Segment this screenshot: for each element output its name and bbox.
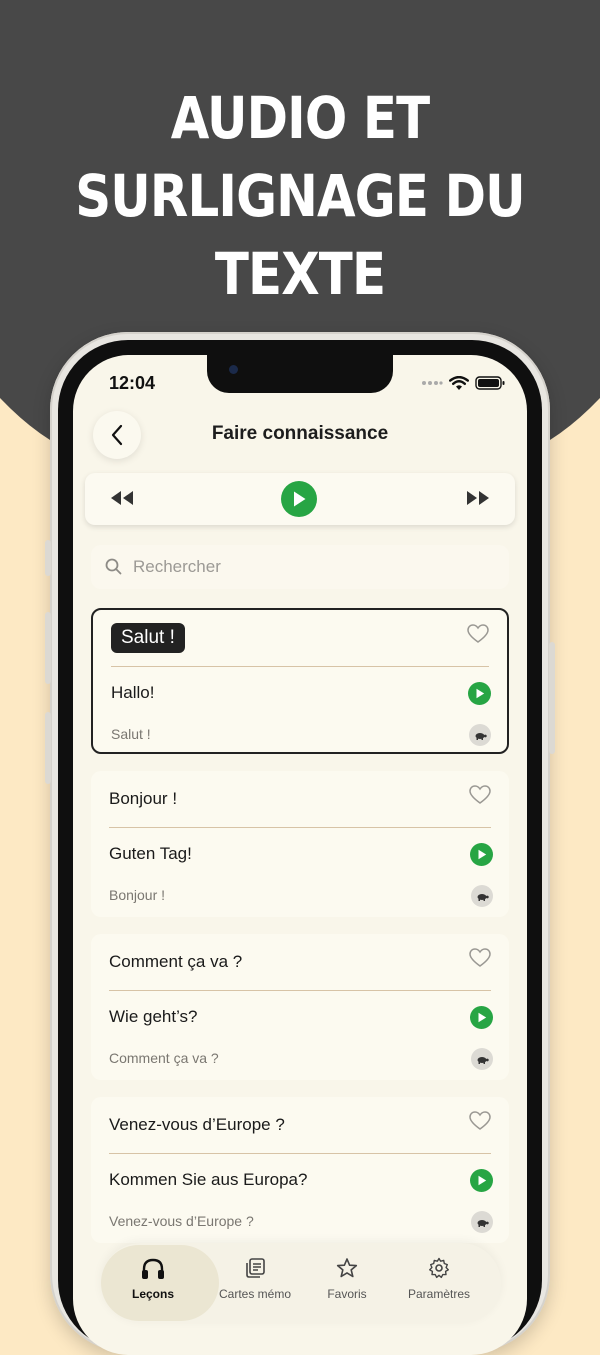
play-translation-button[interactable] [470,1006,493,1029]
slow-playback-button[interactable] [471,1211,493,1233]
french-phrase: Comment ça va ? [109,952,243,971]
german-translation: Guten Tag! [109,844,192,863]
play-translation-button[interactable] [468,682,491,705]
phrase-card[interactable]: Comment ça va ? Wie geht’s? Comment ça v… [91,934,509,1080]
phone-volume-up-button [45,612,51,684]
search-placeholder: Rechercher [133,557,221,576]
search-icon [105,558,122,575]
heart-icon[interactable] [467,624,489,644]
card-divider [109,827,491,828]
audio-player [85,473,515,525]
signal-dots-icon [422,381,443,385]
flashcards-icon [246,1258,265,1278]
tab-label: Leçons [131,1287,174,1301]
play-button[interactable] [281,481,317,517]
play-icon [476,688,484,699]
turtle-icon [475,732,487,740]
phone-volume-down-button [45,712,51,784]
tab-parametres[interactable]: Paramètres [389,1243,489,1323]
play-translation-button[interactable] [470,1169,493,1192]
status-time: 12:04 [109,373,156,393]
phone-power-button [549,642,555,754]
slow-playback-button[interactable] [471,885,493,907]
fast-forward-icon[interactable] [465,487,491,509]
turtle-icon [477,1219,489,1227]
turtle-icon [477,893,489,901]
rewind-icon[interactable] [109,487,135,509]
camera-icon [229,365,238,374]
german-translation: Kommen Sie aus Europa? [109,1170,308,1189]
card-divider [109,990,491,991]
phrase-card[interactable]: Bonjour ! Guten Tag! Bonjour ! [91,771,509,917]
tab-bar: Leçons Cartes mémo Favoris Paramètres [101,1243,501,1323]
tab-cartes-memo[interactable]: Cartes mémo [205,1243,305,1323]
tab-label: Favoris [327,1287,367,1301]
heart-icon[interactable] [469,785,491,805]
french-subtitle: Bonjour ! [109,887,166,903]
notch [207,355,393,393]
wifi-icon [449,375,469,390]
play-icon [478,1012,486,1023]
heart-icon[interactable] [469,1111,491,1131]
promo-headline: AUDIO ET SURLIGNAGE DU TEXTE [42,79,558,313]
page-title: Faire connaissance [211,423,389,444]
tab-label: Cartes mémo [218,1287,292,1301]
status-icons [421,375,505,391]
turtle-icon [477,1056,489,1064]
german-translation: Hallo! [111,683,155,702]
headline-line-1: AUDIO ET [170,83,430,152]
gear-icon [429,1257,449,1279]
tab-label: Paramètres [407,1287,471,1301]
play-icon [478,849,486,860]
card-divider [111,666,489,667]
play-icon [294,491,306,507]
phone-screen: 12:04 Faire connaissance Rechercher Salu… [73,355,527,1355]
french-phrase: Bonjour ! [109,789,178,808]
french-subtitle: Salut ! [111,726,151,742]
french-subtitle: Venez-vous d’Europe ? [109,1213,254,1229]
phrase-card[interactable]: Salut ! Hallo! Salut ! [91,608,509,754]
french-phrase-highlighted: Salut ! [111,623,185,653]
card-divider [109,1153,491,1154]
french-subtitle: Comment ça va ? [109,1050,219,1066]
heart-icon[interactable] [469,948,491,968]
phone-side-button [45,540,51,576]
phrase-card[interactable]: Venez-vous d’Europe ? Kommen Sie aus Eur… [91,1097,509,1243]
tab-lecons[interactable]: Leçons [101,1243,219,1323]
french-phrase: Venez-vous d’Europe ? [109,1115,285,1134]
german-translation: Wie geht’s? [109,1007,198,1026]
tab-favoris[interactable]: Favoris [297,1243,397,1323]
headline-line-2: SURLIGNAGE DU [75,161,525,230]
slow-playback-button[interactable] [469,724,491,746]
play-icon [478,1175,486,1186]
play-translation-button[interactable] [470,843,493,866]
star-icon [336,1258,358,1278]
headphones-icon [142,1258,164,1279]
slow-playback-button[interactable] [471,1048,493,1070]
search-input[interactable]: Rechercher [91,545,509,589]
battery-icon [475,376,505,390]
headline-line-3: TEXTE [214,239,386,308]
